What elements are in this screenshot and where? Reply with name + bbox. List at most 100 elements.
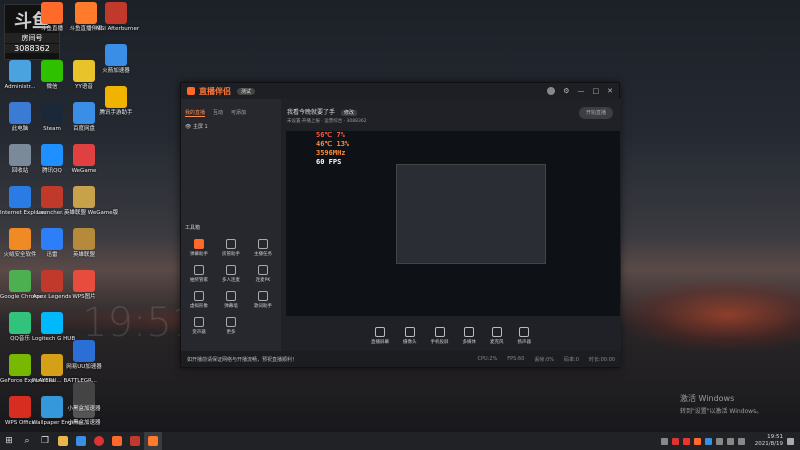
app-icon [73, 144, 95, 166]
source-button[interactable]: 手机投屏 [431, 327, 449, 345]
desktop-icon[interactable]: 英雄联盟 [64, 228, 104, 259]
source-button[interactable]: 麦克风 [490, 327, 504, 345]
tool-label: 主播任务 [254, 252, 272, 257]
source-label: 多媒体 [462, 340, 477, 345]
live-companion-taskbar-icon[interactable] [144, 432, 162, 450]
tray-icon[interactable] [682, 437, 690, 445]
tool-icon [194, 239, 204, 249]
app-icon [73, 340, 95, 362]
notification-icon[interactable] [787, 437, 794, 445]
edit-button[interactable]: 修改 [340, 110, 357, 116]
start-icon[interactable]: ⊞ [0, 432, 18, 450]
desktop-icon[interactable]: WPS Office [0, 396, 40, 427]
tool-icon [226, 317, 236, 327]
eye-icon[interactable]: 👁 [185, 124, 191, 130]
live-companion-window[interactable]: 直播伴侣 测试 ⚙ — □ ✕ 我的直播 互动 可添加 👁 主屏 1 工具箱 弹… [180, 82, 621, 368]
task-view-icon[interactable]: ❐ [36, 432, 54, 450]
live-preview[interactable]: 56℃ 7% 46℃ 13% 3596MHz 60 FPS [286, 131, 620, 316]
netease-music-icon[interactable] [90, 432, 108, 450]
minimize-icon[interactable]: — [578, 87, 585, 95]
app-icon [105, 86, 127, 108]
tray-icon[interactable] [715, 437, 723, 445]
start-live-button[interactable]: 开始直播 [579, 107, 613, 119]
network-icon[interactable] [726, 437, 734, 445]
app-icon [9, 144, 31, 166]
source-button[interactable]: 摄像头 [403, 327, 417, 345]
source-label: 手机投屏 [430, 340, 449, 345]
room-label: 房间号 [5, 33, 59, 43]
tray-icon[interactable] [704, 437, 712, 445]
tool-label: 歌词助手 [254, 304, 272, 309]
tool-button[interactable]: 抽奖管家 [183, 265, 215, 283]
status-metric: 时长:00:00 [588, 356, 615, 363]
desktop-icon[interactable]: Logitech G HUB [32, 312, 75, 343]
tray-icon[interactable] [660, 437, 668, 445]
desktop-icon[interactable]: 英雄联盟 WeGame版 [64, 186, 118, 217]
file-explorer-icon[interactable] [54, 432, 72, 450]
tool-icon [258, 265, 268, 275]
scene-label: 主屏 1 [192, 124, 208, 130]
browser-icon[interactable] [72, 432, 90, 450]
app-icon [73, 382, 95, 404]
app-icon [73, 60, 95, 82]
desktop-icon[interactable]: 网易UU加速器 [64, 340, 104, 371]
desktop-icon-label: 百度网盘 [72, 126, 95, 132]
sunset-glow [620, 280, 800, 350]
desktop-icon[interactable]: 小黑盒加速器 [64, 382, 104, 413]
douyu-icon[interactable] [108, 432, 126, 450]
tool-icon [258, 291, 268, 301]
desktop-icon[interactable]: 腾讯手游助手 [96, 86, 136, 117]
tool-button[interactable]: 更多 [215, 317, 247, 335]
source-button[interactable]: 多媒体 [462, 327, 477, 345]
settings-icon[interactable]: ⚙ [563, 87, 569, 95]
tool-button[interactable]: 弹幕墙 [215, 291, 247, 309]
maximize-icon[interactable]: □ [593, 87, 600, 95]
source-icon [491, 327, 502, 337]
status-metric: 丢帧:0% [534, 356, 555, 363]
tray-icon[interactable] [693, 437, 701, 445]
source-icon [464, 327, 475, 337]
tool-button[interactable]: 变声器 [183, 317, 215, 335]
status-metric: 码率:0 [564, 356, 579, 363]
tool-button[interactable]: 主播任务 [247, 239, 279, 257]
desktop-icon[interactable]: MSI Afterburner [96, 2, 139, 33]
tool-button[interactable]: 虚拟形象 [183, 291, 215, 309]
desktop-icon[interactable]: WeGame [64, 144, 104, 175]
app-icon [41, 270, 63, 292]
app-icon [9, 270, 31, 292]
search-icon[interactable]: ⌕ [18, 432, 36, 450]
tool-button[interactable]: 房管助手 [215, 239, 247, 257]
scene-item[interactable]: 👁 主屏 1 [181, 117, 281, 136]
room-title[interactable]: 我看今晚就要了手 [287, 109, 335, 116]
source-icon [519, 327, 530, 337]
volume-icon[interactable] [737, 437, 745, 445]
tool-button[interactable]: 多人连麦 [215, 265, 247, 283]
tab-addable[interactable]: 可添加 [231, 109, 246, 117]
stat-fps: 60 FPS [316, 158, 342, 166]
tab-my-live[interactable]: 我的直播 [185, 109, 206, 117]
tray-icon[interactable] [671, 437, 679, 445]
desktop-icon[interactable]: WPS图片 [64, 270, 104, 301]
tool-button[interactable]: 歌词助手 [247, 291, 279, 309]
titlebar: 直播伴侣 测试 ⚙ — □ ✕ [181, 83, 619, 99]
tool-button[interactable]: 连麦PK [247, 265, 279, 283]
left-panel: 我的直播 互动 可添加 👁 主屏 1 工具箱 弹幕助手 房管助手 主播任务抽奖管家 多… [181, 99, 281, 353]
close-icon[interactable]: ✕ [607, 87, 613, 95]
app-icon[interactable] [126, 432, 144, 450]
tool-icon [258, 239, 268, 249]
tool-icon [194, 291, 204, 301]
tool-button[interactable]: 弹幕助手 [183, 239, 215, 257]
stat-gpu: 46℃ 13% [316, 140, 350, 148]
app-icon [41, 186, 63, 208]
tools-header: 工具箱 [185, 225, 201, 231]
desktop-icon[interactable]: 火箭加速器 [96, 44, 136, 75]
tool-label: 变声器 [192, 330, 206, 335]
version-badge[interactable]: 测试 [237, 87, 256, 95]
avatar[interactable] [547, 87, 556, 95]
tool-label: 抽奖管家 [190, 278, 208, 283]
taskbar-clock[interactable]: 19:51 2021/8/19 [755, 434, 783, 448]
source-button[interactable]: 直播屏幕 [371, 327, 389, 345]
tab-interact[interactable]: 互动 [213, 109, 223, 117]
app-icon [41, 2, 63, 24]
source-button[interactable]: 扬声器 [518, 327, 531, 345]
